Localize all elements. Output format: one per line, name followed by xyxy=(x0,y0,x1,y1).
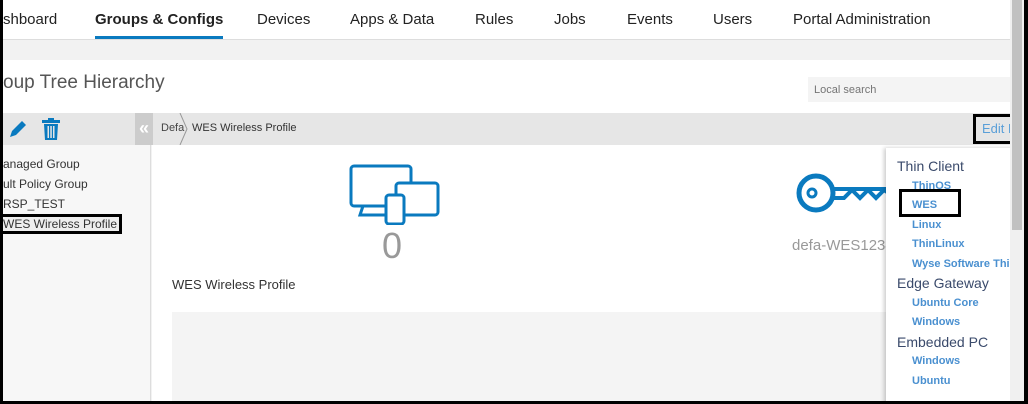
page-title: oup Tree Hierarchy xyxy=(3,72,165,93)
tab-apps-data[interactable]: Apps & Data xyxy=(350,11,434,28)
tab-portal-administration[interactable]: Portal Administration xyxy=(793,11,931,28)
top-nav: shboard Groups & Configs Devices Apps & … xyxy=(3,0,1010,40)
key-label: defa-WES1234 xyxy=(792,237,894,254)
tree-item[interactable]: RSP_TEST xyxy=(3,197,65,211)
edit-icon[interactable] xyxy=(7,118,29,145)
breadcrumb-separator-icon xyxy=(179,113,188,145)
toolbar: « Defa WES Wireless Profile Edit Policie… xyxy=(3,113,1020,145)
menu-item-ubuntu-core[interactable]: Ubuntu Core xyxy=(912,297,979,309)
title-bar: oup Tree Hierarchy xyxy=(3,60,1013,113)
device-count: 0 xyxy=(382,225,403,266)
app-window: shboard Groups & Configs Devices Apps & … xyxy=(3,0,1024,401)
tab-events[interactable]: Events xyxy=(627,11,673,28)
tab-dashboard[interactable]: shboard xyxy=(3,11,57,28)
trash-icon[interactable] xyxy=(41,118,61,145)
menu-item-wyse-software-thin-client[interactable]: Wyse Software Thin Client xyxy=(912,258,1016,270)
menu-item-embedded-ubuntu[interactable]: Ubuntu xyxy=(912,375,950,387)
scrollbar[interactable] xyxy=(1010,0,1024,401)
group-tree: anaged Group ult Policy Group RSP_TEST W… xyxy=(3,145,151,401)
breadcrumb-current: WES Wireless Profile xyxy=(192,122,297,134)
tree-item[interactable]: ult Policy Group xyxy=(3,177,88,191)
devices-icon xyxy=(348,163,442,230)
scrollbar-thumb[interactable] xyxy=(1012,0,1022,230)
menu-item-edge-windows[interactable]: Windows xyxy=(912,316,960,328)
menu-item-embedded-windows[interactable]: Windows xyxy=(912,355,960,367)
menu-item-thinlinux[interactable]: ThinLinux xyxy=(912,238,965,250)
tab-jobs[interactable]: Jobs xyxy=(554,11,586,28)
menu-category-embedded-pc: Embedded PC xyxy=(897,334,989,350)
main-panel: 0 defa-WES1234 WES Wireless Profile xyxy=(152,145,1010,401)
content-area xyxy=(172,312,892,401)
tree-item[interactable]: anaged Group xyxy=(3,157,80,171)
tab-rules[interactable]: Rules xyxy=(475,11,513,28)
tab-users[interactable]: Users xyxy=(713,11,752,28)
menu-item-wes[interactable]: WES xyxy=(912,199,937,211)
collapse-panel-button[interactable]: « xyxy=(135,113,153,145)
tab-devices[interactable]: Devices xyxy=(257,11,310,28)
tab-groups-configs[interactable]: Groups & Configs xyxy=(95,11,224,39)
local-search-input[interactable] xyxy=(808,77,1013,102)
key-icon xyxy=(796,171,898,226)
menu-category-edge-gateway: Edge Gateway xyxy=(897,275,989,291)
policy-dropdown-menu: Thin Client ThinOS WES Linux ThinLinux W… xyxy=(886,148,1016,401)
tree-item-selected[interactable]: WES Wireless Profile xyxy=(3,214,123,234)
profile-name: WES Wireless Profile xyxy=(172,277,296,292)
menu-item-linux[interactable]: Linux xyxy=(912,219,941,231)
menu-category-thin-client: Thin Client xyxy=(897,158,964,174)
